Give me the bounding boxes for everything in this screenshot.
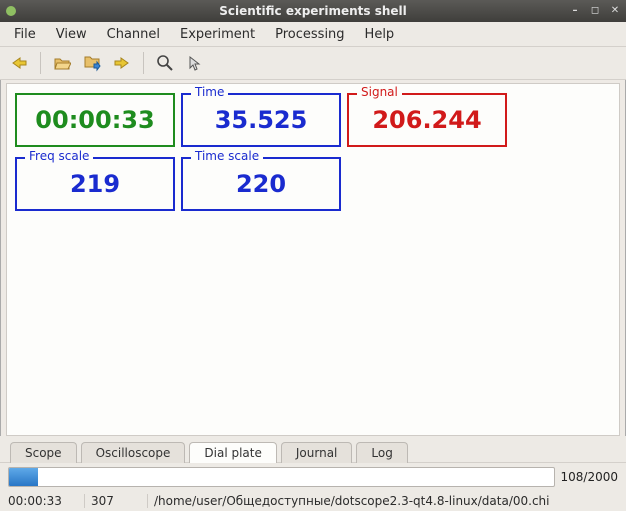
menu-experiment[interactable]: Experiment xyxy=(170,24,265,45)
dial-plate-grid: 00:00:33 Time 35.525 Signal 206.244 Freq… xyxy=(15,93,611,211)
dial-time-value: 35.525 xyxy=(215,106,308,134)
dial-time-label: Time xyxy=(191,85,228,99)
menu-view[interactable]: View xyxy=(46,24,97,45)
tab-log[interactable]: Log xyxy=(356,442,407,463)
dial-clock: 00:00:33 xyxy=(15,93,175,147)
dial-time-scale-label: Time scale xyxy=(191,149,263,163)
progress-fill xyxy=(9,468,38,486)
tab-dial-plate[interactable]: Dial plate xyxy=(189,442,276,463)
save-copy-button[interactable] xyxy=(79,50,105,76)
progress-row: 108/2000 xyxy=(0,462,626,491)
dial-time-scale: Time scale 220 xyxy=(181,157,341,211)
tab-scope[interactable]: Scope xyxy=(10,442,77,463)
back-button[interactable] xyxy=(6,50,32,76)
tab-journal[interactable]: Journal xyxy=(281,442,353,463)
dial-freq-scale: Freq scale 219 xyxy=(15,157,175,211)
status-index: 307 xyxy=(85,494,148,508)
titlebar: Scientific experiments shell – ◻ ✕ xyxy=(0,0,626,22)
menu-channel[interactable]: Channel xyxy=(97,24,170,45)
window-title: Scientific experiments shell xyxy=(0,4,626,18)
menu-processing[interactable]: Processing xyxy=(265,24,354,45)
folder-open-icon xyxy=(53,55,71,71)
tab-bar: Scope Oscilloscope Dial plate Journal Lo… xyxy=(0,436,626,462)
minimize-button[interactable]: – xyxy=(568,4,582,18)
arrow-right-icon xyxy=(113,56,131,70)
status-path: /home/user/Общедоступные/dotscope2.3-qt4… xyxy=(148,494,624,508)
menu-file[interactable]: File xyxy=(4,24,46,45)
dial-signal: Signal 206.244 xyxy=(347,93,507,147)
dial-clock-value: 00:00:33 xyxy=(35,106,154,134)
progress-bar[interactable] xyxy=(8,467,555,487)
app-icon xyxy=(6,6,16,16)
toolbar-separator xyxy=(143,52,144,74)
toolbar xyxy=(0,47,626,80)
dial-signal-label: Signal xyxy=(357,85,402,99)
tab-oscilloscope[interactable]: Oscilloscope xyxy=(81,442,186,463)
arrow-left-icon xyxy=(10,56,28,70)
menu-help[interactable]: Help xyxy=(355,24,405,45)
dial-time-scale-value: 220 xyxy=(236,170,286,198)
folder-save-icon xyxy=(83,54,101,72)
app-window: Scientific experiments shell – ◻ ✕ File … xyxy=(0,0,626,511)
dial-signal-value: 206.244 xyxy=(372,106,481,134)
dial-freq-scale-value: 219 xyxy=(70,170,120,198)
client-area: 00:00:33 Time 35.525 Signal 206.244 Freq… xyxy=(6,83,620,436)
status-bar: 00:00:33 307 /home/user/Общедоступные/do… xyxy=(0,491,626,511)
forward-button[interactable] xyxy=(109,50,135,76)
open-button[interactable] xyxy=(49,50,75,76)
pointer-button[interactable] xyxy=(182,50,208,76)
progress-label: 108/2000 xyxy=(561,470,619,484)
dial-freq-scale-label: Freq scale xyxy=(25,149,93,163)
maximize-button[interactable]: ◻ xyxy=(588,4,602,18)
close-button[interactable]: ✕ xyxy=(608,4,622,18)
dial-time: Time 35.525 xyxy=(181,93,341,147)
zoom-button[interactable] xyxy=(152,50,178,76)
toolbar-separator xyxy=(40,52,41,74)
menubar: File View Channel Experiment Processing … xyxy=(0,22,626,47)
window-buttons: – ◻ ✕ xyxy=(568,4,626,18)
status-clock: 00:00:33 xyxy=(2,494,85,508)
pointer-icon xyxy=(186,54,204,72)
magnifier-icon xyxy=(156,54,174,72)
